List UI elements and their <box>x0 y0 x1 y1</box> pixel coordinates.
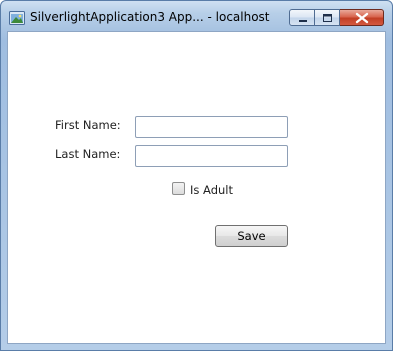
close-button[interactable] <box>340 9 384 26</box>
is-adult-label[interactable]: Is Adult <box>190 183 233 197</box>
last-name-label: Last Name: <box>55 147 121 161</box>
browser-window: SilverlightApplication3 App... - localho… <box>0 0 393 351</box>
close-icon <box>355 12 369 24</box>
window-title: SilverlightApplication3 App... - localho… <box>30 10 270 24</box>
client-area: First Name: Last Name: Is Adult Save <box>7 31 386 344</box>
title-bar[interactable]: SilverlightApplication3 App... - localho… <box>1 1 392 31</box>
silverlight-app-icon <box>9 10 25 25</box>
maximize-icon <box>323 14 332 22</box>
last-name-input[interactable] <box>135 145 288 167</box>
first-name-input[interactable] <box>135 116 288 138</box>
minimize-button[interactable] <box>289 9 315 26</box>
maximize-button[interactable] <box>315 9 340 26</box>
save-button[interactable]: Save <box>215 225 288 247</box>
is-adult-checkbox[interactable] <box>172 182 185 195</box>
first-name-label: First Name: <box>55 118 121 132</box>
minimize-icon <box>299 20 307 22</box>
